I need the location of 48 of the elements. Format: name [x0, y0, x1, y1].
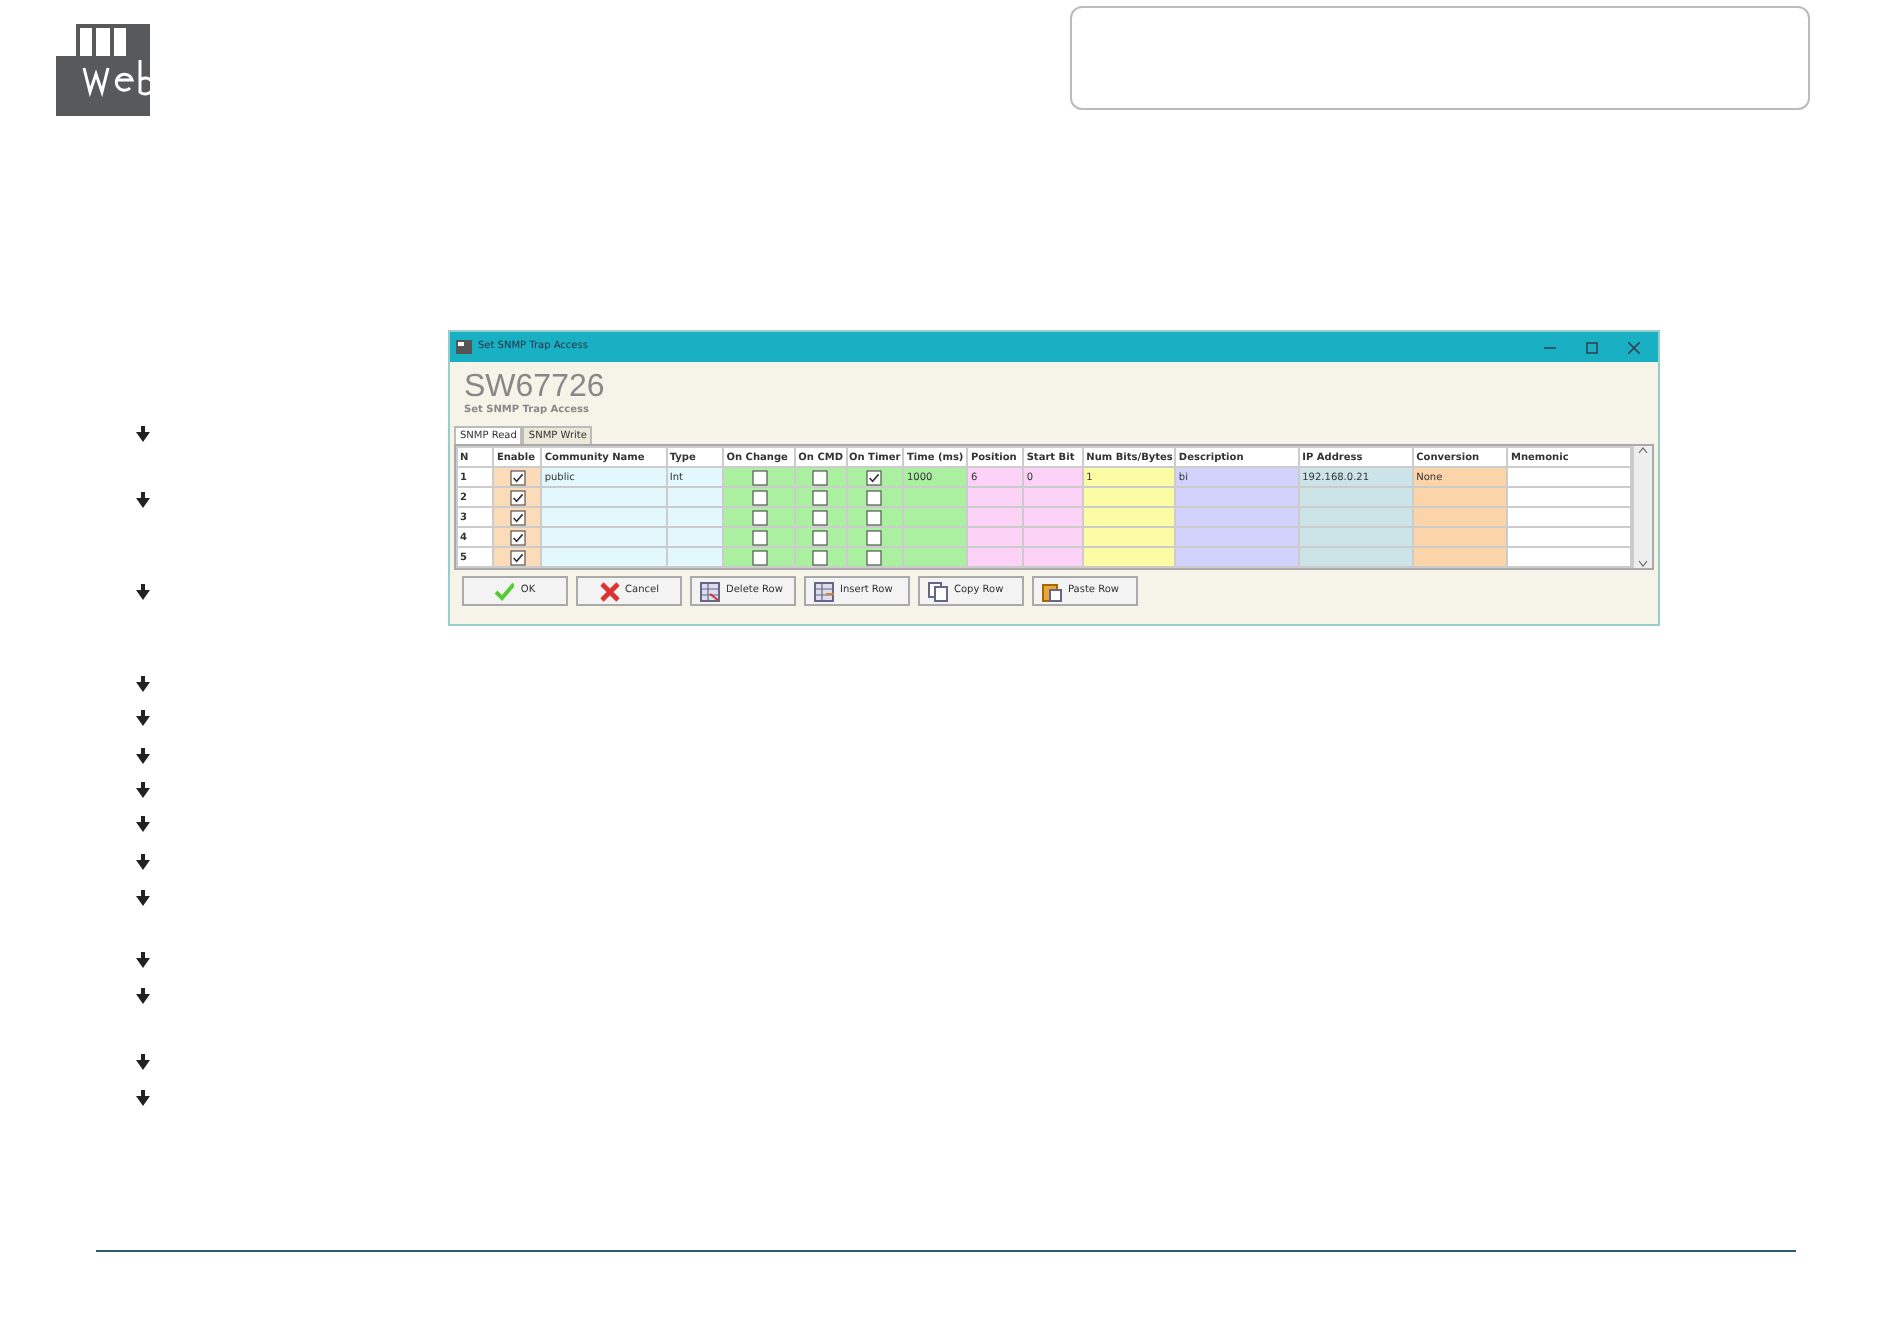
checkbox[interactable]: [751, 469, 768, 485]
checkbox[interactable]: [509, 509, 526, 525]
copy-icon: [928, 581, 948, 601]
arrow-bullet-icon: [136, 584, 150, 600]
checkbox[interactable]: [866, 549, 883, 565]
table-delete-icon: [700, 581, 720, 601]
check-icon: [494, 581, 515, 601]
checkbox[interactable]: [509, 549, 526, 565]
arrow-bullet-icon: [136, 988, 150, 1004]
arrow-bullet-icon: [136, 710, 150, 726]
checkbox[interactable]: [751, 529, 768, 545]
arrow-bullet-icon: [136, 748, 150, 764]
arrow-bullet-icon: [136, 854, 150, 870]
checkbox[interactable]: [812, 529, 829, 545]
arrow-bullet-icon: [136, 890, 150, 906]
checkbox[interactable]: [866, 529, 883, 545]
arrow-bullet-icon: [136, 1054, 150, 1070]
arrow-bullet-icon: [136, 676, 150, 692]
checkbox[interactable]: [751, 489, 768, 505]
maximize-icon[interactable]: [1586, 341, 1598, 353]
checkbox[interactable]: [812, 509, 829, 525]
arrow-bullet-icon: [136, 492, 150, 508]
paste-icon: [1042, 581, 1062, 601]
checkbox[interactable]: [866, 489, 883, 505]
arrow-bullet-icon: [136, 426, 150, 442]
scroll-down-icon[interactable]: [1638, 560, 1649, 568]
product-code: SW67726: [464, 372, 607, 404]
checkbox[interactable]: [866, 509, 883, 525]
scrollbar[interactable]: [1632, 446, 1652, 568]
arrow-bullet-icon: [136, 1090, 150, 1106]
arrow-bullet-icon: [136, 952, 150, 968]
cross-icon: [599, 581, 620, 601]
checkbox[interactable]: [751, 549, 768, 565]
checkbox[interactable]: [812, 489, 829, 505]
arrow-bullet-icon: [136, 816, 150, 832]
checkbox[interactable]: [509, 529, 526, 545]
minimize-icon[interactable]: [1544, 341, 1556, 353]
close-icon[interactable]: [1628, 341, 1640, 353]
checkbox[interactable]: [812, 469, 829, 485]
checkbox[interactable]: [812, 549, 829, 565]
checkbox[interactable]: [866, 469, 883, 485]
table-insert-icon: [814, 581, 834, 601]
checkbox[interactable]: [509, 489, 526, 505]
checkbox[interactable]: [509, 469, 526, 485]
app-icon: [456, 340, 472, 354]
checkbox[interactable]: [751, 509, 768, 525]
scroll-up-icon[interactable]: [1638, 446, 1649, 454]
arrow-bullet-icon: [136, 782, 150, 798]
